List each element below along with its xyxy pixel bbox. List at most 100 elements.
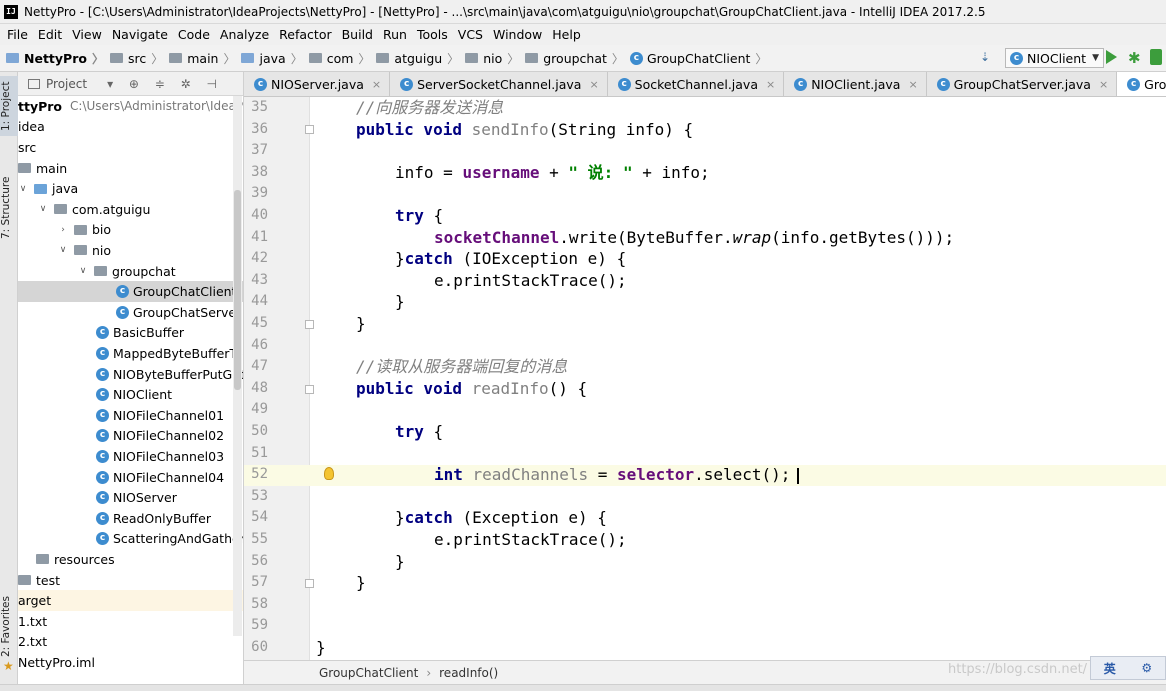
line-number: 55 xyxy=(251,531,268,547)
tree-item-main[interactable]: main xyxy=(18,158,243,179)
menu-view[interactable]: View xyxy=(67,27,107,42)
project-view-label[interactable]: Project xyxy=(46,77,87,91)
tree-item-mappedbytebuffertest[interactable]: c MappedByteBufferTest xyxy=(18,343,243,364)
menu-build[interactable]: Build xyxy=(337,27,378,42)
tree-item-bio[interactable]: › bio xyxy=(18,220,243,241)
tree-item-niobytebufferputget[interactable]: c NIOByteBufferPutGet xyxy=(18,364,243,385)
tree-item-niofilechannel03[interactable]: c NIOFileChannel03 xyxy=(18,446,243,467)
tree-item-nioclient[interactable]: c NIOClient xyxy=(18,384,243,405)
line-number: 37 xyxy=(251,142,268,159)
line-number: 46 xyxy=(251,336,268,353)
tree-item-target[interactable]: arget xyxy=(18,590,243,611)
ime-indicator[interactable]: 英 ⚙ xyxy=(1090,656,1166,680)
close-icon[interactable]: × xyxy=(372,78,381,91)
nav-crumb-groupchat[interactable]: groupchat 〉 xyxy=(525,50,630,67)
menu-refactor[interactable]: Refactor xyxy=(274,27,336,42)
tree-item-com-atguigu[interactable]: ∨ com.atguigu xyxy=(18,199,243,220)
run-configuration-select[interactable]: c NIOClient ▼ xyxy=(1005,48,1104,68)
fold-marker[interactable] xyxy=(305,579,314,588)
tree-item-readonlybuffer[interactable]: c ReadOnlyBuffer xyxy=(18,508,243,529)
chevron-down-icon[interactable]: ∨ xyxy=(58,245,68,255)
menu-bar: File Edit View Navigate Code Analyze Ref… xyxy=(0,24,1166,45)
chevron-down-icon[interactable]: ∨ xyxy=(18,184,28,194)
run-with-coverage-icon[interactable] xyxy=(1150,49,1162,65)
close-icon[interactable]: × xyxy=(1099,78,1108,91)
menu-analyze[interactable]: Analyze xyxy=(215,27,274,42)
fold-marker[interactable] xyxy=(305,385,314,394)
intention-bulb-icon[interactable] xyxy=(324,467,334,480)
code-line-57: } xyxy=(356,573,366,593)
nav-crumb-src[interactable]: src 〉 xyxy=(109,50,169,67)
menu-vcs[interactable]: VCS xyxy=(453,27,488,42)
tree-item-basicbuffer[interactable]: c BasicBuffer xyxy=(18,323,243,344)
ime-settings-icon: ⚙ xyxy=(1141,661,1153,675)
menu-tools[interactable]: Tools xyxy=(412,27,453,42)
tab-serversocketchannel[interactable]: c ServerSocketChannel.java × xyxy=(390,72,608,96)
tree-item-test[interactable]: test xyxy=(18,570,243,591)
chevron-down-icon[interactable]: ∨ xyxy=(38,204,48,214)
nav-crumb-java[interactable]: java 〉 xyxy=(241,50,308,67)
nav-crumb-project[interactable]: NettyPro 〉 xyxy=(6,50,110,67)
menu-help[interactable]: Help xyxy=(547,27,586,42)
package-icon xyxy=(94,266,107,277)
tree-item-niofilechannel04[interactable]: c NIOFileChannel04 xyxy=(18,467,243,488)
nav-crumb-atguigu[interactable]: atguigu 〉 xyxy=(376,50,465,67)
nav-crumb-class[interactable]: c GroupChatClient 〉 xyxy=(629,50,773,67)
tree-item-nioserver[interactable]: c NIOServer xyxy=(18,487,243,508)
tree-item-groupchatserver[interactable]: c GroupChatServer xyxy=(18,302,243,323)
line-number: 51 xyxy=(251,444,268,461)
fold-marker[interactable] xyxy=(305,320,314,329)
tree-item-nettypro-iml[interactable]: NettyPro.iml xyxy=(18,652,243,673)
menu-run[interactable]: Run xyxy=(378,27,412,42)
nav-crumb-main[interactable]: main 〉 xyxy=(169,50,241,67)
close-icon[interactable]: × xyxy=(589,78,598,91)
tab-nioclient[interactable]: c NIOClient.java × xyxy=(784,72,927,96)
class-icon: c xyxy=(936,78,950,91)
tree-item-niofilechannel02[interactable]: c NIOFileChannel02 xyxy=(18,426,243,447)
tree-item-2-txt[interactable]: 2.txt xyxy=(18,632,243,653)
package-icon xyxy=(308,53,322,63)
tree-item-groupchatclient[interactable]: c GroupChatClient xyxy=(18,281,243,302)
tree-item-java[interactable]: ∨ java xyxy=(18,178,243,199)
tab-socketchannel[interactable]: c SocketChannel.java × xyxy=(608,72,785,96)
tool-tab-favorites[interactable]: 2: Favorites xyxy=(0,592,18,662)
intellij-app-icon: IJ xyxy=(4,4,18,19)
nav-crumb-nio[interactable]: nio 〉 xyxy=(465,50,525,67)
tree-item-1-txt[interactable]: 1.txt xyxy=(18,611,243,632)
fold-marker[interactable] xyxy=(305,125,314,134)
breadcrumb-class[interactable]: GroupChatClient xyxy=(319,666,418,680)
tree-item-idea[interactable]: idea xyxy=(18,117,243,138)
tool-tab-structure[interactable]: 7: Structure xyxy=(0,168,18,248)
tab-nioserver[interactable]: c NIOServer.java × xyxy=(244,72,391,96)
tab-groupchatclient[interactable]: cGroupChatClient.ja xyxy=(1117,72,1166,96)
ime-mode-label: 英 xyxy=(1103,661,1116,676)
menu-navigate[interactable]: Navigate xyxy=(107,27,173,42)
build-project-icon[interactable]: ⇣ xyxy=(980,50,990,64)
tree-item-nio[interactable]: ∨ nio xyxy=(18,240,243,261)
tree-item-project-root[interactable]: ttyPro C:\Users\Administrator\IdeaProje xyxy=(18,96,243,117)
menu-edit[interactable]: Edit xyxy=(33,27,67,42)
close-icon[interactable]: × xyxy=(766,78,775,91)
tool-tab-project[interactable]: 1: Project xyxy=(0,76,18,136)
chevron-right-icon[interactable]: › xyxy=(58,225,68,235)
menu-file[interactable]: File xyxy=(2,27,33,42)
tree-item-groupchat[interactable]: ∨ groupchat xyxy=(18,261,243,282)
project-tool-window: Project ▾ ⊕ ≑ ✲ ⊣ ttyPro C:\Users\Admini… xyxy=(18,72,244,691)
project-tree-scroll-thumb[interactable] xyxy=(234,190,241,390)
tab-groupchatserver[interactable]: c GroupChatServer.java × xyxy=(927,72,1118,96)
project-header-tools[interactable]: ▾ ⊕ ≑ ✲ ⊣ xyxy=(107,77,223,91)
class-icon: c xyxy=(629,51,643,65)
tree-item-src[interactable]: src xyxy=(18,137,243,158)
tree-item-scatteringandgathering[interactable]: cScatteringAndGathering xyxy=(18,529,243,550)
close-icon[interactable]: × xyxy=(908,78,917,91)
nav-crumb-com[interactable]: com 〉 xyxy=(308,50,377,67)
debug-icon[interactable]: ✱ xyxy=(1128,49,1141,67)
tree-item-resources[interactable]: resources xyxy=(18,549,243,570)
menu-code[interactable]: Code xyxy=(173,27,215,42)
line-number: 59 xyxy=(251,617,268,634)
breadcrumb-method[interactable]: readInfo() xyxy=(439,666,498,680)
menu-window[interactable]: Window xyxy=(488,27,547,42)
tree-item-niofilechannel01[interactable]: c NIOFileChannel01 xyxy=(18,405,243,426)
run-icon[interactable] xyxy=(1106,50,1117,64)
chevron-down-icon[interactable]: ∨ xyxy=(78,266,88,276)
